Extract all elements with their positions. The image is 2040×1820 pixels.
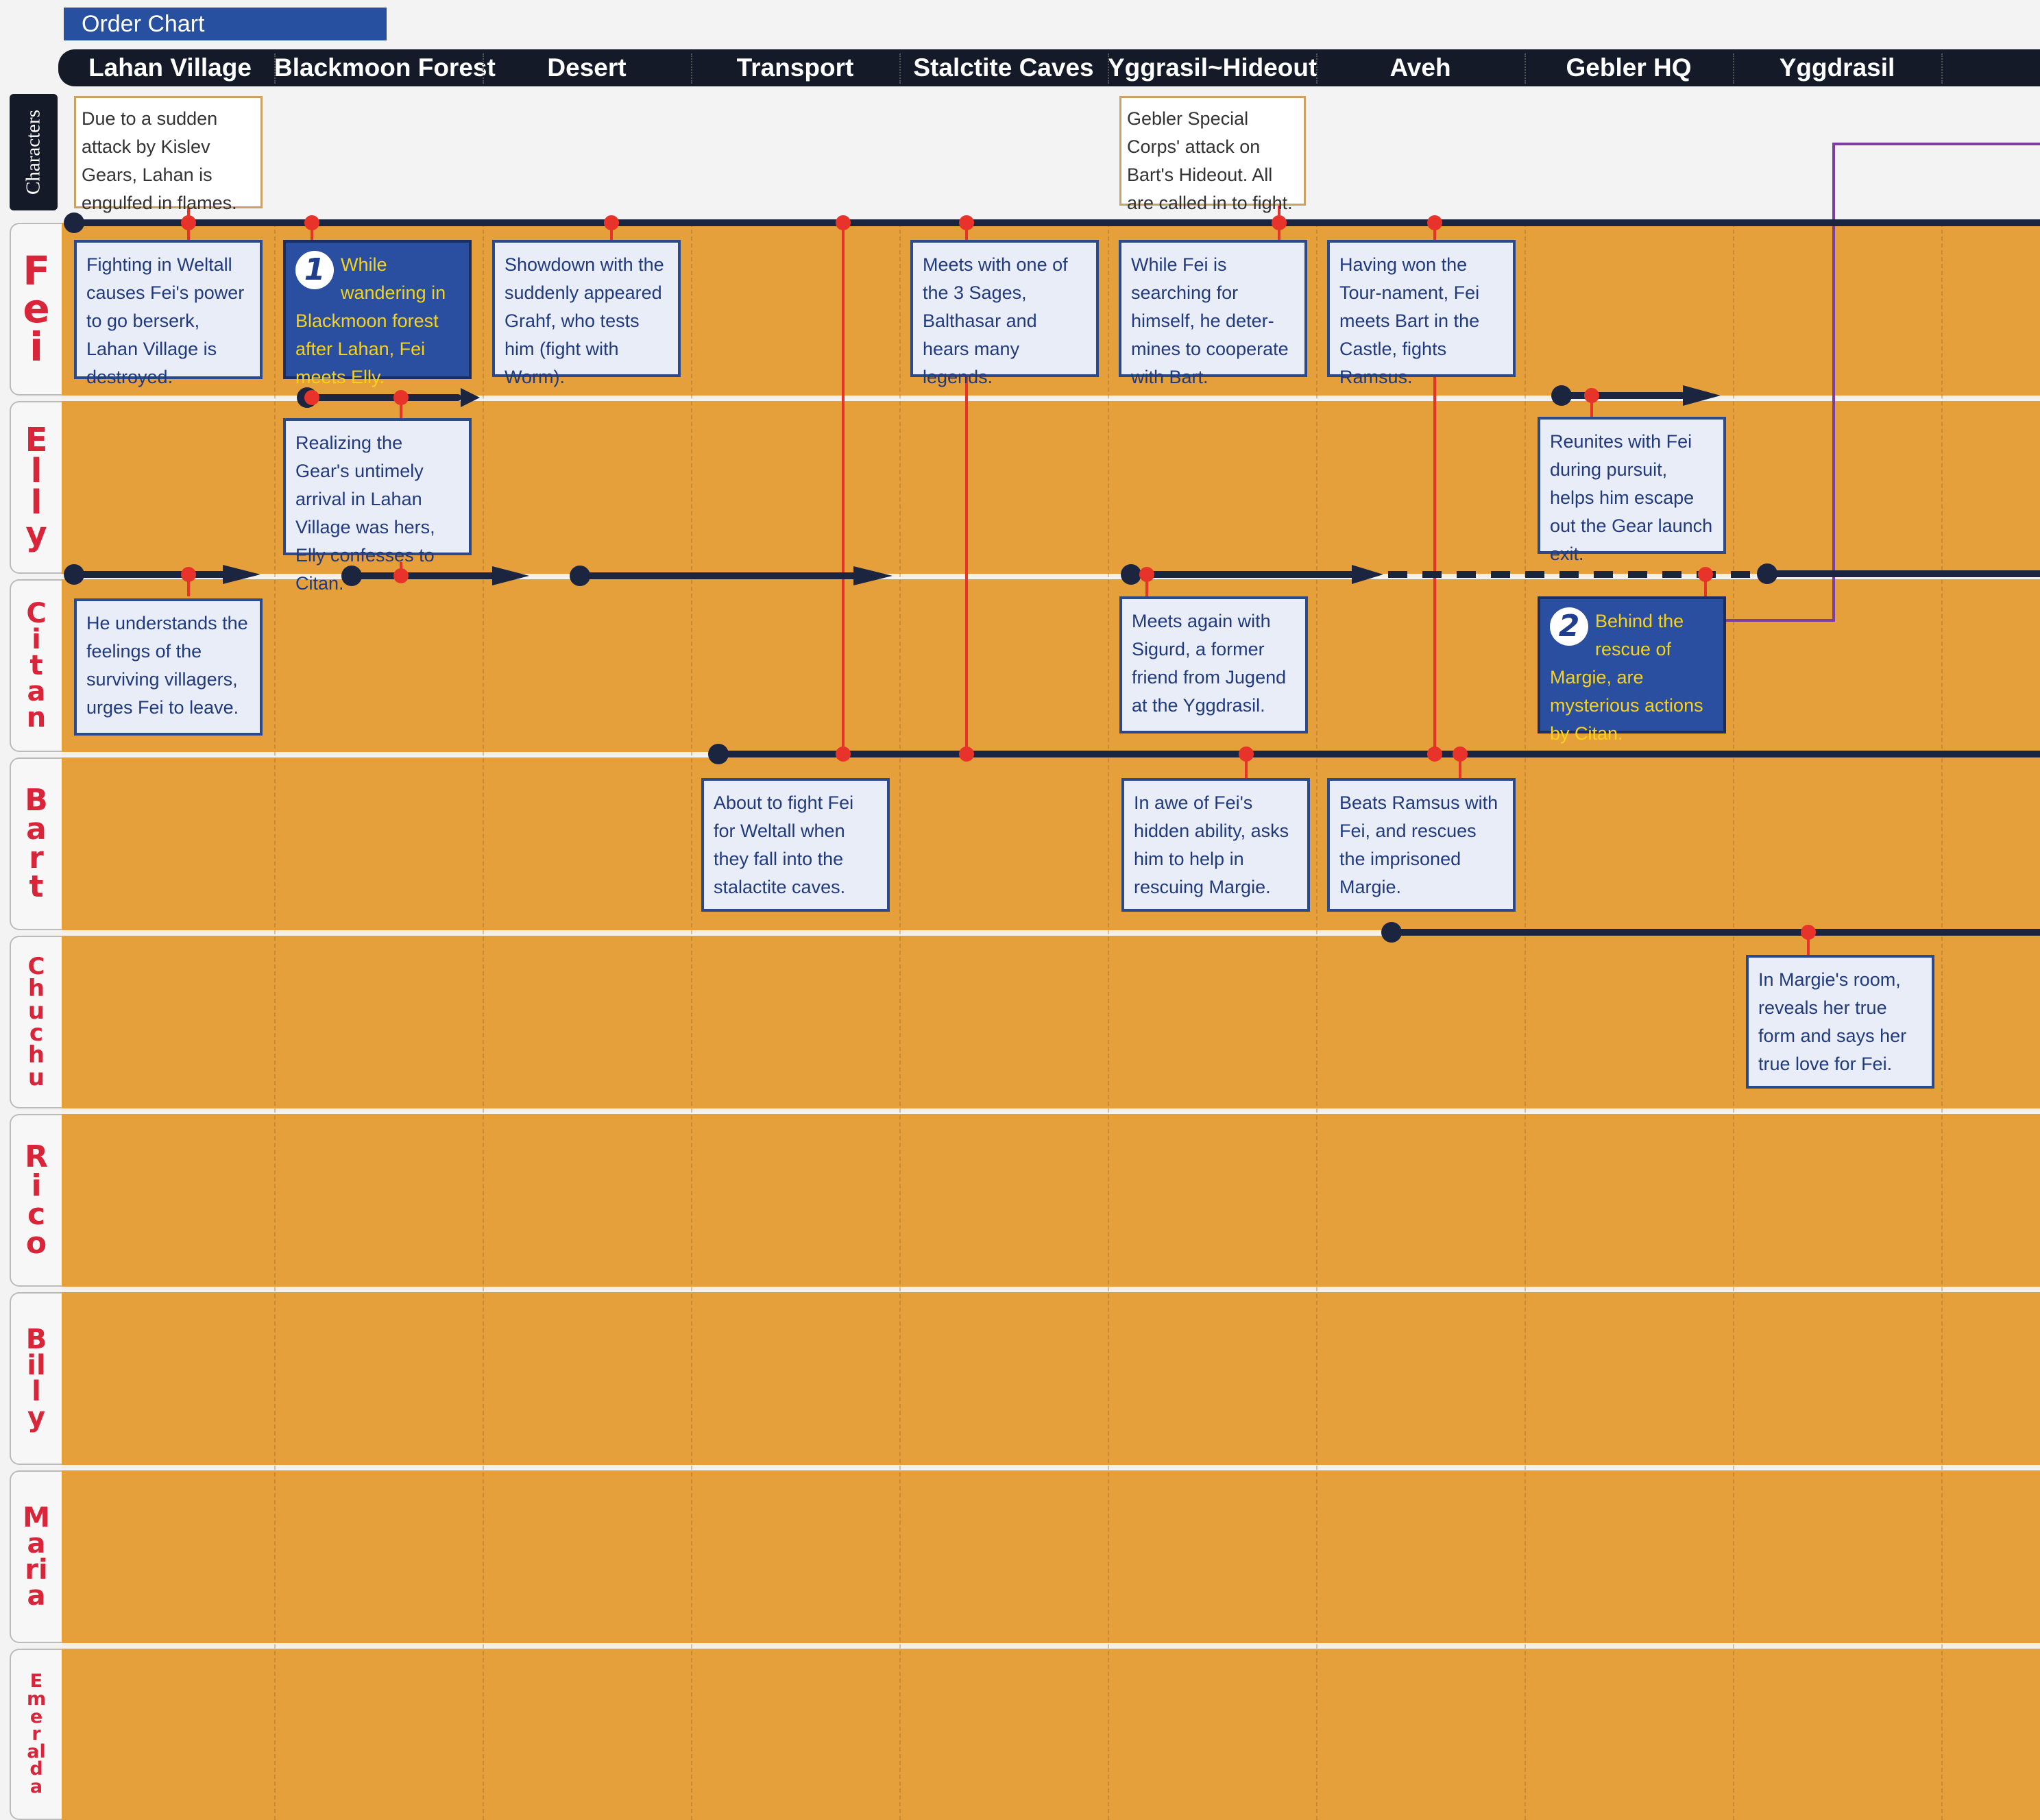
event-dot [1584, 388, 1599, 403]
start-dot [708, 744, 729, 764]
fei-event-box: Having won the Tour-nament, Fei meets Ba… [1327, 240, 1516, 387]
fei-event-box: While Fei is searching for himself, he d… [1119, 240, 1307, 387]
arrow-head [1352, 565, 1383, 584]
start-dot [1381, 922, 1402, 943]
event-dot [1427, 215, 1442, 230]
bart-event-box: Beats Ramsus with Fei, and rescues the i… [1327, 778, 1516, 912]
connector-line [1724, 143, 2040, 622]
citan-event-box: He understands the feelings of the survi… [74, 598, 263, 736]
event-dot [604, 215, 619, 230]
event-number-badge: 1 [295, 251, 334, 289]
event-dot [1139, 567, 1154, 582]
event-dot [959, 747, 974, 762]
start-dot [1757, 563, 1777, 584]
fei-event-box-highlight: 1 While wandering in Blackmoon forest aft… [283, 240, 472, 387]
event-dot [836, 215, 851, 230]
fei-event-box: Showdown with the suddenly appeared Grah… [492, 240, 681, 387]
elly-event-box: Realizing the Gear's untimely arrival in… [283, 418, 472, 594]
event-number-badge: 2 [1550, 607, 1588, 646]
fei-event-box: Meets with one of the 3 Sages, Balthasar… [910, 240, 1099, 387]
citan-event-box-highlight: 2 Behind the rescue of Margie, are myster… [1538, 596, 1726, 744]
start-dot [570, 566, 590, 586]
start-dot [64, 564, 84, 585]
bart-event-box: In awe of Fei's hidden ability, asks him… [1121, 778, 1310, 912]
start-dot [1121, 564, 1141, 585]
start-dot [1551, 385, 1572, 406]
top-event-box: Gebler Special Corps' attack on Bart's H… [1119, 96, 1306, 213]
arrow-head [1683, 385, 1721, 406]
event-dot [393, 390, 409, 405]
event-dot [181, 567, 196, 582]
event-dot [1272, 215, 1287, 230]
elly-event-box: Reunites with Fei during pursuit, helps … [1538, 417, 1726, 564]
arrow-head [492, 566, 529, 585]
event-dot [1427, 747, 1442, 762]
fei-event-box: Fighting in Weltall causes Fei's power t… [74, 240, 263, 387]
bart-event-box: About to fight Fei for Weltall when they… [701, 778, 890, 912]
chuchu-event-box: In Margie's room, reveals her true form … [1746, 955, 1934, 1089]
event-dot [959, 215, 974, 230]
event-dot [1698, 567, 1713, 582]
event-dot [304, 215, 319, 230]
top-event-box: Due to a sudden attack by Kislev Gears, … [74, 96, 263, 213]
event-dot [1801, 925, 1816, 940]
citan-event-box: Meets again with Sigurd, a former friend… [1119, 596, 1308, 733]
arrow-head [853, 566, 892, 585]
arrow-head [223, 565, 260, 584]
event-dot [836, 747, 851, 762]
event-dot [304, 390, 319, 405]
event-dot [1453, 747, 1468, 762]
event-dot [1239, 747, 1254, 762]
arrow-head [461, 388, 480, 407]
